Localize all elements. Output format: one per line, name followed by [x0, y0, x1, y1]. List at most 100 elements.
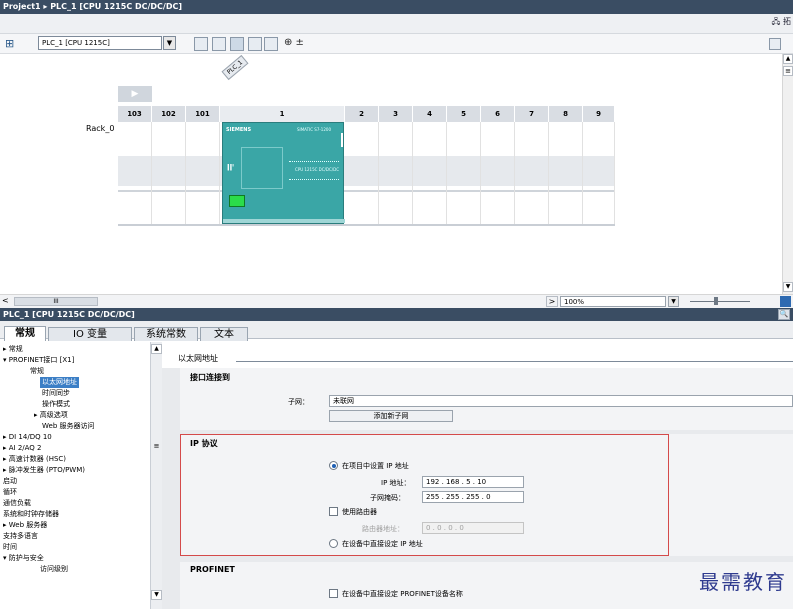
tree-item-label: 高速计数器 (HSC) [8, 455, 67, 463]
tree-item-comm-load[interactable]: 通信负载 [3, 498, 31, 509]
table-icon[interactable] [248, 37, 262, 51]
hscroll-thumb[interactable]: III [14, 297, 98, 306]
chevron-down-icon[interactable]: ▼ [163, 36, 176, 50]
ip-address-field[interactable]: 192 . 168 . 5 . 10 [422, 476, 524, 488]
tree-item-general[interactable]: ▸ 常规 [3, 344, 23, 355]
top-strip [0, 14, 793, 34]
pen-icon[interactable] [230, 37, 244, 51]
expand-icon: ▸ [34, 411, 38, 419]
tree-item-profinet[interactable]: ▾ PROFINET接口 [X1] [3, 355, 74, 366]
zoom-slider[interactable] [690, 301, 750, 302]
tree-item-startup[interactable]: 启动 [3, 476, 17, 487]
ethernet-port-icon[interactable] [229, 195, 245, 207]
tree-item-time-sync[interactable]: 时间同步 [42, 388, 70, 399]
rack-slot[interactable] [379, 122, 413, 224]
tree-item-ethernet-address[interactable]: 以太网地址 [40, 377, 79, 388]
cpu-module[interactable]: SIEMENS SIMATIC S7-1200 ǀǀᴵ CPU 1215C DC… [222, 122, 345, 224]
tab-io-tags[interactable]: IO 变量 [48, 327, 132, 341]
slot-header: 103 [118, 106, 152, 122]
tree-item-access-level[interactable]: 访问级别 [40, 564, 68, 575]
tab-texts[interactable]: 文本 [200, 327, 248, 341]
zoom-select[interactable]: 100% [560, 296, 666, 307]
canvas-vscrollbar[interactable]: ▲ ≡ ▼ [782, 54, 793, 294]
tree-item-di-dq[interactable]: ▸ DI 14/DQ 10 [3, 432, 52, 443]
rack-slot[interactable] [345, 122, 379, 224]
tree-item-system-clock[interactable]: 系统和时钟存储器 [3, 509, 59, 520]
scroll-up-icon[interactable]: ▲ [151, 344, 162, 354]
tree-item-time[interactable]: 时间 [3, 542, 17, 553]
rack-slot[interactable] [583, 122, 615, 224]
zoom-slider-thumb[interactable] [714, 297, 718, 305]
zoom-icon[interactable]: ⊕ ± [284, 37, 304, 48]
section-title-row [162, 342, 793, 368]
scroll-down-icon[interactable]: ▼ [151, 590, 162, 600]
topology-label: 拓 [783, 17, 791, 26]
properties-icon[interactable]: 🔍 [778, 309, 790, 320]
section-title: 以太网地址 [178, 354, 218, 363]
slot-header: 7 [515, 106, 549, 122]
use-router-checkbox[interactable] [329, 507, 338, 516]
rack-slot[interactable] [549, 122, 583, 224]
device-select[interactable]: PLC_1 [CPU 1215C] [38, 36, 162, 50]
tree-item-web-server[interactable]: ▸ Web 服务器 [3, 520, 47, 531]
tree-item-hsc[interactable]: ▸ 高速计数器 (HSC) [3, 454, 66, 465]
chevron-down-icon[interactable]: ▼ [668, 296, 679, 307]
slot-header: 2 [345, 106, 379, 122]
rack-slot[interactable] [118, 122, 152, 224]
module-cover [241, 147, 283, 189]
window-icon[interactable] [264, 37, 278, 51]
profinet-name-checkbox[interactable] [329, 589, 338, 598]
expand-icon: ▸ [3, 455, 7, 463]
device-tree-icon[interactable]: ⊞ [5, 37, 23, 51]
slot-header: 8 [549, 106, 583, 122]
scroll-up-icon[interactable]: ▲ [783, 54, 793, 64]
tree-item-languages[interactable]: 支持多语言 [3, 531, 38, 542]
tree-item-protection[interactable]: ▾ 防护与安全 [3, 553, 44, 564]
scroll-down-icon[interactable]: ▼ [783, 282, 793, 292]
tab-system-constants[interactable]: 系统常数 [134, 327, 198, 341]
tree-item-label: DI 14/DQ 10 [8, 433, 52, 441]
tree-item-ai-aq[interactable]: ▸ AI 2/AQ 2 [3, 443, 42, 454]
scroll-left-icon[interactable]: < [2, 296, 12, 307]
splitter-icon[interactable]: ≡ [151, 442, 162, 452]
radio-set-in-project[interactable] [329, 461, 338, 470]
topology-view-button[interactable]: 🖧 拓 [772, 16, 791, 30]
grid-view-icon[interactable] [194, 37, 208, 51]
properties-title: PLC_1 [CPU 1215C DC/DC/DC] [0, 308, 793, 321]
module-dots [289, 161, 339, 164]
scroll-right-icon[interactable]: > [546, 296, 558, 307]
add-subnet-button[interactable]: 添加新子网 [329, 410, 453, 422]
rack-slot[interactable] [186, 122, 220, 224]
rack-slot[interactable] [152, 122, 186, 224]
rack-slot[interactable] [515, 122, 549, 224]
tree-item-operating-mode[interactable]: 操作模式 [42, 399, 70, 410]
watermark-logo: 最需教育 [699, 570, 787, 594]
tree-item-cycle[interactable]: 循环 [3, 487, 17, 498]
router-address-field[interactable]: 0 . 0 . 0 . 0 [422, 522, 524, 534]
rack-expand-icon[interactable]: ▶ [118, 86, 152, 102]
tree-item-advanced[interactable]: ▸ 高级选项 [34, 410, 68, 421]
expand-icon: ▸ [3, 521, 7, 529]
radio-set-in-device[interactable] [329, 539, 338, 548]
use-router-label: 使用路由器 [342, 508, 377, 516]
rack-slot[interactable] [481, 122, 515, 224]
panel-toggle-icon[interactable] [769, 38, 781, 50]
tree-item-web-access[interactable]: Web 服务器访问 [42, 421, 95, 432]
rack-slot[interactable] [447, 122, 481, 224]
profinet-header: PROFINET [190, 565, 235, 574]
tree-item-label: 常规 [8, 345, 23, 353]
tab-general[interactable]: 常规 [4, 326, 46, 341]
device-data-icon[interactable] [212, 37, 226, 51]
tree-item-profinet-general[interactable]: 常规 [30, 366, 44, 377]
menu-icon[interactable]: ≡ [783, 66, 793, 76]
overview-icon[interactable] [780, 296, 791, 307]
ip-address-label: IP 地址： [381, 479, 411, 487]
tree-scrollbar[interactable]: ▲ ≡ ▼ [150, 342, 162, 609]
subnet-field[interactable]: 未联网 [329, 395, 793, 407]
canvas-hscrollbar[interactable]: < III > 100% ▼ [0, 294, 793, 308]
rack-slot[interactable] [413, 122, 447, 224]
tree-item-pulse[interactable]: ▸ 脉冲发生器 (PTO/PWM) [3, 465, 85, 476]
expand-icon: ▸ [3, 345, 7, 353]
tree-item-label: AI 2/AQ 2 [8, 444, 42, 452]
subnet-mask-field[interactable]: 255 . 255 . 255 . 0 [422, 491, 524, 503]
